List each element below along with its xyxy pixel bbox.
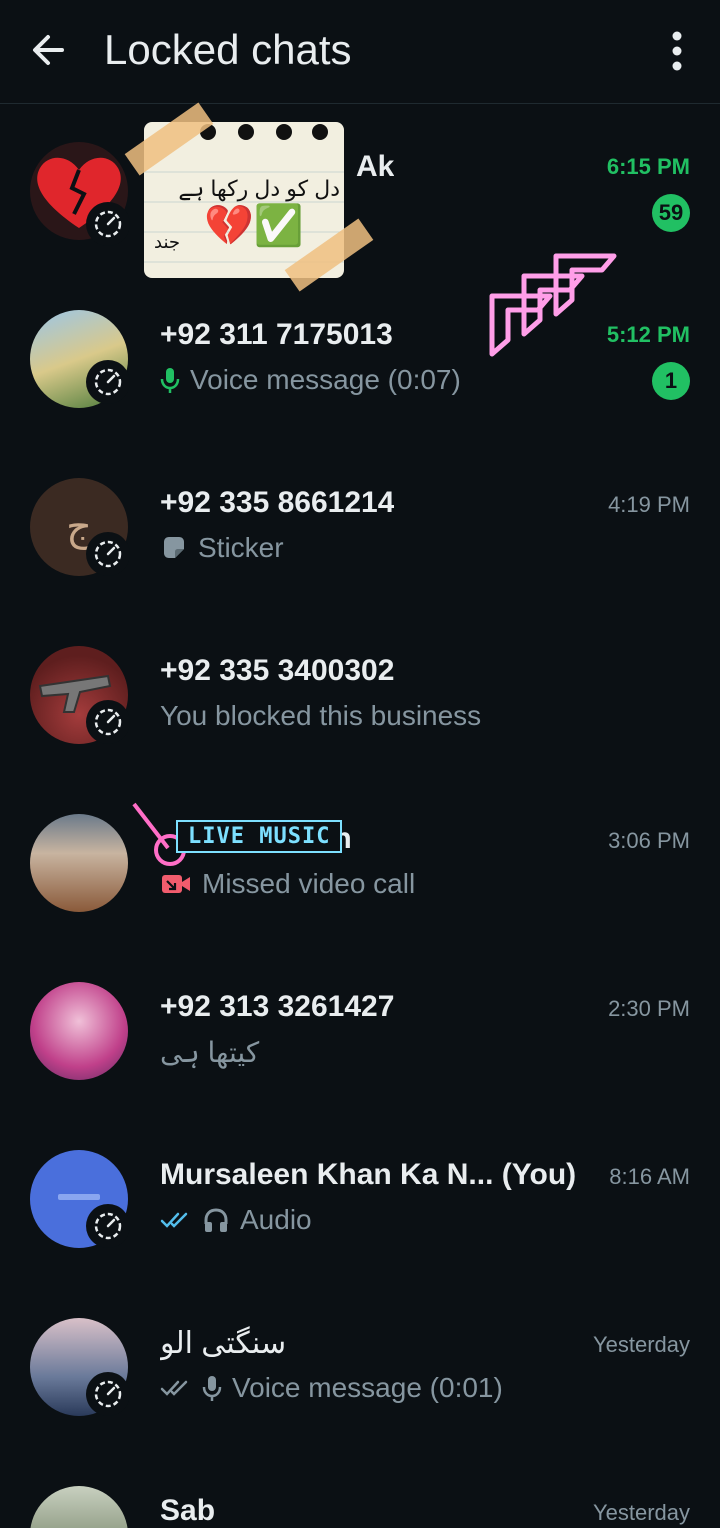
chat-name: +92 311 7175013 <box>160 318 393 351</box>
chat-time: 4:19 PM <box>608 492 690 517</box>
preview-text: Sticker <box>198 532 284 563</box>
chat-row[interactable]: Sab Yesterday <box>0 1454 720 1528</box>
lock-badge <box>86 532 130 576</box>
chat-preview: Audio <box>160 1204 312 1236</box>
sticker-text: دل کو دل رکھا ہے <box>178 176 340 201</box>
neon-arrows-sticker <box>484 236 620 360</box>
unread-badge: 59 <box>652 194 690 232</box>
chat-time: 3:06 PM <box>608 828 690 853</box>
chat-row[interactable]: +92 313 3261427 2:30 PM کیتھا ہی <box>0 950 720 1118</box>
lock-badge <box>86 700 130 744</box>
chat-row[interactable]: +92 335 3400302 You blocked this busines… <box>0 614 720 782</box>
sticker-emoji: 💔✅ <box>204 204 304 248</box>
preview-text: You blocked this business <box>160 700 482 731</box>
disappearing-timer-icon <box>94 368 122 396</box>
chat-name: سنگتی الو <box>160 1327 287 1360</box>
lock-badge <box>86 1372 130 1416</box>
chat-time: 6:15 PM <box>606 154 690 179</box>
chat-preview: You blocked this business <box>160 700 481 732</box>
disappearing-timer-icon <box>94 1212 122 1240</box>
lock-badge <box>86 360 130 404</box>
chat-preview: Missed video call <box>160 868 415 900</box>
disappearing-timer-icon <box>94 540 122 568</box>
disappearing-timer-icon <box>94 210 122 238</box>
chat-preview: Voice message (0:01) <box>160 1372 503 1404</box>
disappearing-timer-icon <box>94 1380 122 1408</box>
double-check-icon <box>160 1212 188 1228</box>
chat-preview: Sticker <box>160 532 284 564</box>
headphones-icon <box>204 1208 228 1232</box>
chat-time: Yesterday <box>592 1332 690 1357</box>
preview-text: Missed video call <box>202 868 416 899</box>
chat-preview: Voice message (0:07) <box>160 364 461 396</box>
disappearing-timer-icon <box>94 708 122 736</box>
chat-row[interactable]: ...ih 3:06 PM Missed video call <box>0 782 720 950</box>
chat-row[interactable]: ج +92 335 8661214 4:19 PM Sticker <box>0 446 720 614</box>
notepad-sticker: دل کو دل رکھا ہے جند 💔✅ <box>124 102 374 298</box>
avatar <box>30 982 128 1080</box>
preview-text: Voice message (0:07) <box>190 364 461 395</box>
chat-row[interactable]: سنگتی الو Yesterday Voice message (0:01) <box>0 1286 720 1454</box>
page-title: Locked chats <box>104 26 352 73</box>
sticker-icon <box>164 537 184 558</box>
sticker-text: جند <box>154 232 181 252</box>
avatar <box>30 814 128 912</box>
live-music-label: LIVE MUSIC <box>176 820 343 853</box>
chat-time: 8:16 AM <box>609 1164 690 1189</box>
mic-icon <box>202 1376 222 1401</box>
preview-text: Voice message (0:01) <box>232 1372 503 1403</box>
avatar <box>30 1486 128 1528</box>
live-music-sticker: LIVE MUSIC <box>128 798 358 868</box>
app-header: Locked chats <box>0 0 720 104</box>
lock-badge <box>86 1204 130 1248</box>
chat-name: +92 335 8661214 <box>160 486 395 519</box>
preview-text: کیتھا ہی <box>160 1037 260 1068</box>
chat-name: +92 313 3261427 <box>160 990 395 1023</box>
arrow-left-icon <box>33 35 64 65</box>
neon-arrows-icon <box>489 253 617 357</box>
mic-icon <box>160 368 180 393</box>
more-options-button[interactable] <box>664 30 690 74</box>
chat-time: Yesterday <box>592 1500 690 1525</box>
chat-name: Mursaleen Khan Ka N... (You) <box>160 1158 577 1191</box>
chat-row[interactable]: Mursaleen Khan Ka N... (You) 8:16 AM Aud… <box>0 1118 720 1286</box>
preview-text: Audio <box>240 1204 312 1235</box>
chat-preview: کیتھا ہی <box>160 1036 259 1069</box>
unread-badge: 1 <box>652 362 690 400</box>
missed-video-call-icon <box>162 875 190 893</box>
chat-time: 2:30 PM <box>608 996 690 1021</box>
back-button[interactable] <box>28 30 68 70</box>
chat-name: +92 335 3400302 <box>160 654 395 687</box>
double-check-icon <box>160 1380 188 1396</box>
chat-name: Sab <box>160 1494 216 1527</box>
more-vertical-icon <box>672 31 682 71</box>
